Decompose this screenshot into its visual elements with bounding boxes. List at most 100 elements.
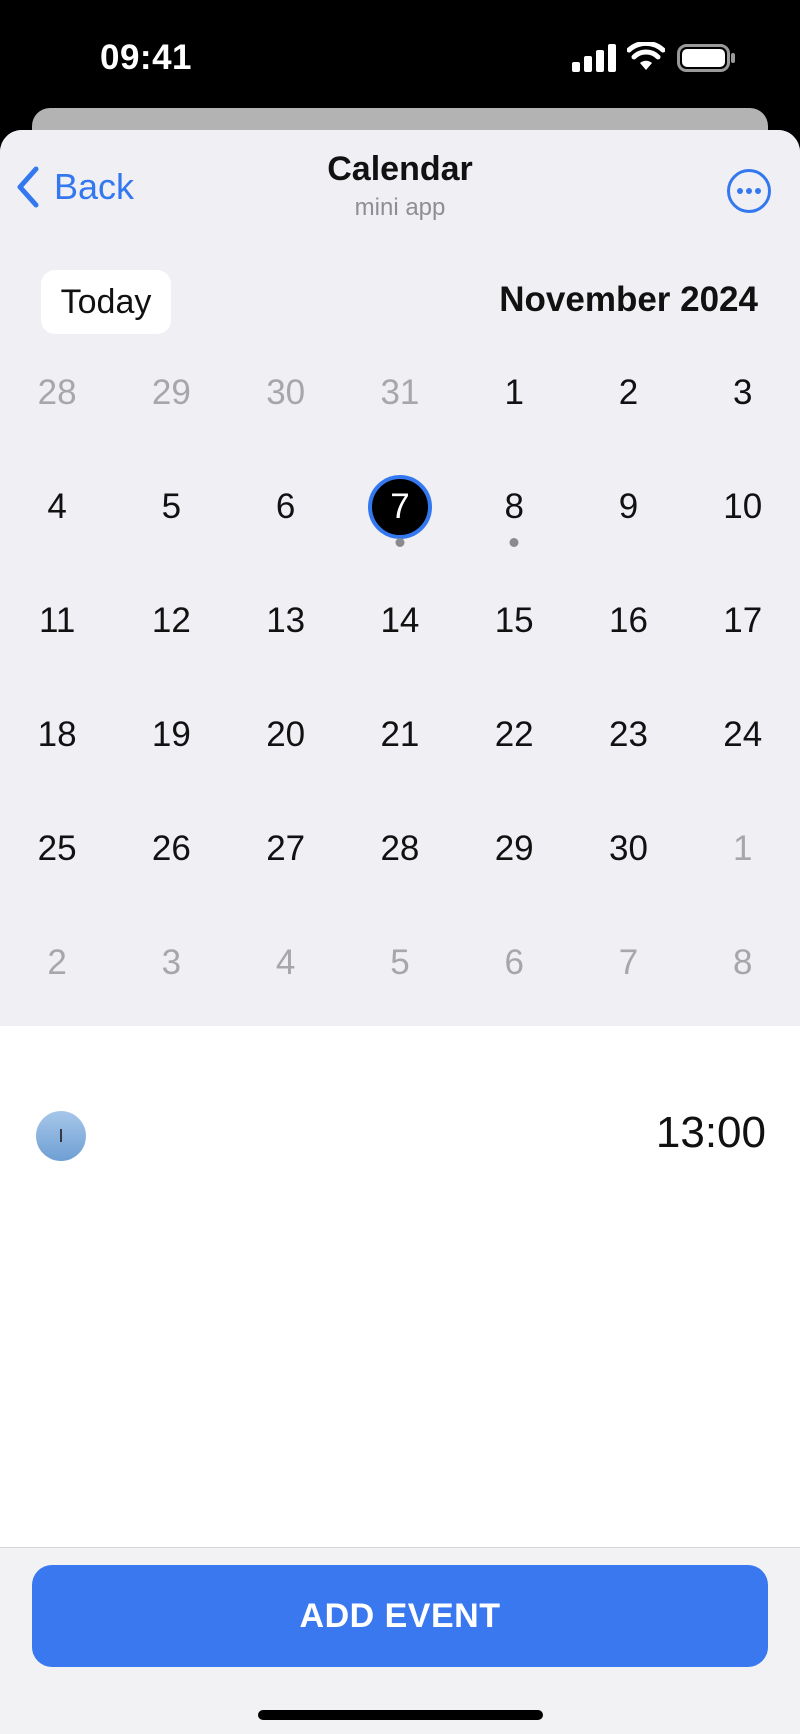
day-number: 20	[266, 715, 306, 754]
day-cell[interactable]: 2	[0, 906, 114, 1020]
day-number: 19	[151, 715, 191, 754]
day-cell[interactable]: 15	[457, 564, 571, 678]
day-number: 30	[608, 829, 648, 868]
event-dot	[509, 538, 519, 547]
event-dot	[395, 538, 405, 547]
day-cell[interactable]: 10	[686, 450, 800, 564]
day-number: 2	[47, 943, 67, 982]
day-cell[interactable]: 25	[0, 792, 114, 906]
day-cell[interactable]: 18	[0, 678, 114, 792]
day-cell-selected[interactable]: 7	[343, 450, 457, 564]
day-cell[interactable]: 26	[114, 792, 228, 906]
day-number: 26	[151, 829, 191, 868]
day-number: 6	[504, 943, 524, 982]
day-number: 28	[37, 373, 77, 412]
day-number: 14	[380, 601, 420, 640]
day-number: 8	[732, 943, 753, 982]
day-cell[interactable]: 23	[571, 678, 685, 792]
day-cell[interactable]: 28	[0, 336, 114, 450]
page-title: Calendar	[327, 150, 473, 188]
day-number: 7	[618, 943, 639, 982]
day-number: 18	[37, 715, 77, 754]
day-number: 2	[618, 373, 639, 412]
day-cell[interactable]: 16	[571, 564, 685, 678]
day-cell[interactable]: 1	[457, 336, 571, 450]
day-cell[interactable]: 30	[229, 336, 343, 450]
page-subtitle: mini app	[354, 194, 446, 221]
ellipsis-circle-icon[interactable]	[726, 168, 772, 214]
day-number: 4	[47, 487, 67, 526]
day-number: 24	[723, 715, 763, 754]
day-cell[interactable]: 5	[343, 906, 457, 1020]
day-number: 7	[390, 487, 410, 526]
battery-icon	[677, 44, 735, 72]
day-number: 28	[380, 829, 420, 868]
day-number: 27	[266, 829, 306, 868]
day-cell[interactable]: 2	[571, 336, 685, 450]
day-number: 11	[38, 601, 76, 640]
add-event-button[interactable]: ADD EVENT	[32, 1565, 768, 1667]
day-cell[interactable]: 6	[229, 450, 343, 564]
day-cell[interactable]: 11	[0, 564, 114, 678]
avatar: I	[36, 1111, 86, 1161]
day-cell[interactable]: 5	[114, 450, 228, 564]
day-number: 25	[37, 829, 77, 868]
day-cell[interactable]: 3	[114, 906, 228, 1020]
day-number: 29	[494, 829, 534, 868]
day-cell[interactable]: 13	[229, 564, 343, 678]
day-cell[interactable]: 27	[229, 792, 343, 906]
wifi-icon	[627, 42, 665, 70]
day-number: 30	[266, 373, 306, 412]
day-cell[interactable]: 8	[457, 450, 571, 564]
day-number: 13	[266, 601, 306, 640]
day-number: 5	[390, 943, 410, 982]
day-number: 17	[723, 601, 763, 640]
mini-app-sheet: Back Calendar mini app Today November 20…	[0, 130, 800, 1734]
day-number: 5	[161, 487, 182, 526]
day-number: 4	[275, 943, 296, 982]
day-number: 22	[494, 715, 534, 754]
day-number: 29	[151, 373, 191, 412]
day-cell[interactable]: 28	[343, 792, 457, 906]
day-number: 1	[732, 829, 753, 868]
day-cell[interactable]: 7	[571, 906, 685, 1020]
event-time: 13:00	[655, 1108, 766, 1157]
day-cell[interactable]: 4	[229, 906, 343, 1020]
day-cell[interactable]: 9	[571, 450, 685, 564]
day-cell[interactable]: 29	[114, 336, 228, 450]
day-number: 15	[494, 601, 534, 640]
day-number: 9	[618, 487, 639, 526]
month-label: November 2024	[499, 280, 758, 319]
day-number: 10	[723, 487, 763, 526]
day-number: 6	[275, 487, 296, 526]
day-number: 3	[161, 943, 182, 982]
day-cell[interactable]: 24	[686, 678, 800, 792]
bottom-bar: ADD EVENT	[0, 1547, 800, 1734]
today-button[interactable]: Today	[41, 270, 171, 334]
day-number: 21	[380, 715, 420, 754]
day-cell[interactable]: 14	[343, 564, 457, 678]
day-number: 23	[608, 715, 648, 754]
day-cell[interactable]: 29	[457, 792, 571, 906]
day-cell[interactable]: 4	[0, 450, 114, 564]
day-cell[interactable]: 21	[343, 678, 457, 792]
day-cell[interactable]: 20	[229, 678, 343, 792]
day-number: 1	[504, 373, 524, 412]
status-bar: 09:41	[0, 0, 800, 110]
day-cell[interactable]: 30	[571, 792, 685, 906]
day-cell[interactable]: 8	[686, 906, 800, 1020]
day-cell[interactable]: 6	[457, 906, 571, 1020]
day-number: 31	[380, 373, 420, 412]
cellular-signal-icon	[572, 44, 616, 72]
day-number: 8	[504, 487, 524, 526]
day-cell[interactable]: 1	[686, 792, 800, 906]
day-grid: 28 29 30 31 1 2 3 4 5 6 7 8 9 10 11 12 13 14 15 16 17 18 19 20 2…	[0, 336, 800, 1020]
day-number: 12	[151, 601, 191, 640]
event-item[interactable]: I 13:00	[0, 1090, 800, 1180]
day-cell[interactable]: 12	[114, 564, 228, 678]
day-cell[interactable]: 31	[343, 336, 457, 450]
day-cell[interactable]: 3	[686, 336, 800, 450]
day-cell[interactable]: 17	[686, 564, 800, 678]
day-cell[interactable]: 19	[114, 678, 228, 792]
day-cell[interactable]: 22	[457, 678, 571, 792]
